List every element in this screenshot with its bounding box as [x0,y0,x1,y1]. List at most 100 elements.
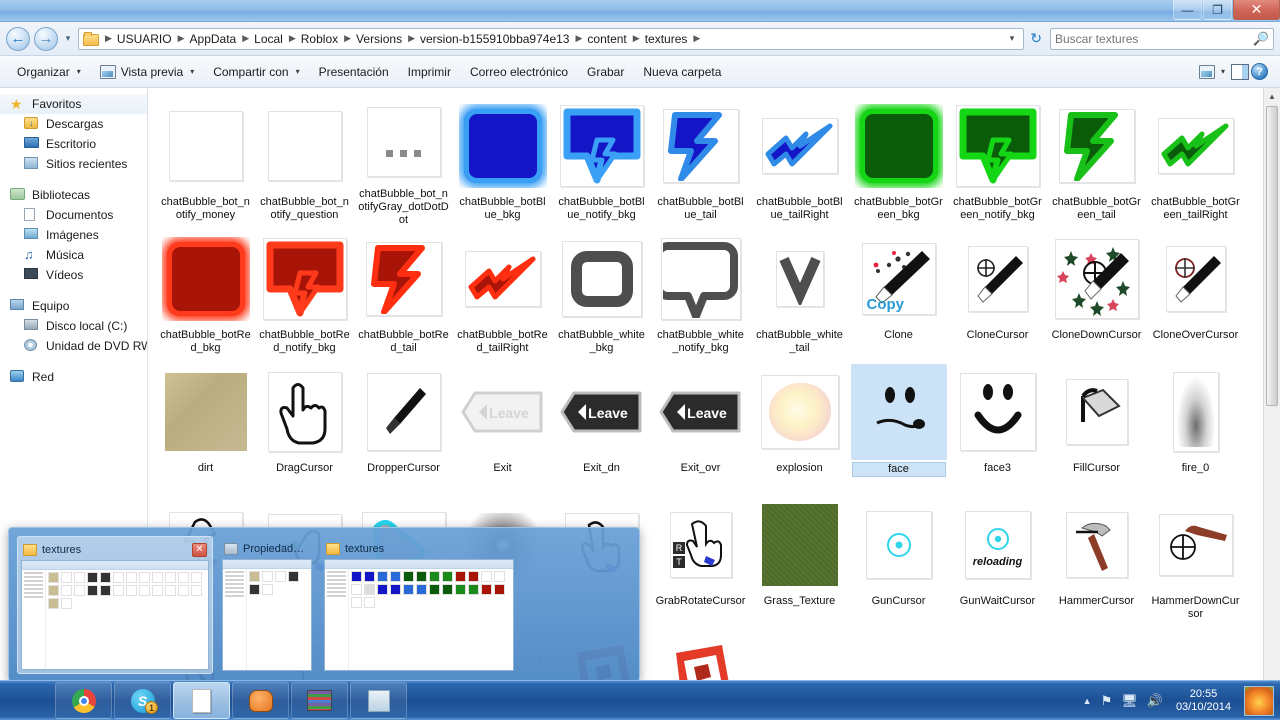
breadcrumb-item[interactable]: ▶content [570,30,627,48]
email-button[interactable]: Correo electrónico [461,61,577,83]
file-item[interactable]: explosion [750,360,849,493]
preview-pane-icon[interactable] [1231,64,1249,80]
breadcrumb-item[interactable]: ▶textures [628,30,689,48]
file-item[interactable]: chatBubble_botRed_bkg [156,227,255,360]
taskbar-item-notepad[interactable] [350,682,407,719]
sidebar-item-documentos[interactable]: Documentos [0,205,147,225]
breadcrumb-item[interactable]: ▶AppData [173,30,238,48]
chevron-down-icon[interactable]: ▾ [1217,67,1229,76]
breadcrumb-item[interactable]: ▶version-b155910bba974e13 [403,30,570,48]
taskbar-thumbnail-preview[interactable]: textures✕Propiedades: ROBLOX Studio 20..… [8,527,640,682]
new-folder-button[interactable]: Nueva carpeta [634,61,730,83]
file-item[interactable]: face3 [948,360,1047,493]
file-item[interactable]: chatBubble_botBlue_tailRight [750,94,849,227]
file-item[interactable] [651,626,750,680]
scroll-up-arrow[interactable]: ▲ [1264,88,1280,105]
thumbnail-preview-card[interactable]: textures [321,536,517,674]
show-desktop-thumbnail[interactable] [1244,686,1274,716]
file-item[interactable]: chatBubble_botRed_notify_bkg [255,227,354,360]
file-item[interactable]: dirt [156,360,255,493]
share-button[interactable]: Compartir con ▾ [204,61,308,83]
file-item[interactable]: LeaveExit [453,360,552,493]
search-box[interactable]: 🔍 [1050,28,1274,50]
breadcrumb[interactable]: ▶USUARIO▶AppData▶Local▶Roblox▶Versions▶v… [78,28,1024,50]
file-item[interactable]: HammerCursor [1047,493,1146,626]
sidebar-item-descargas[interactable]: ↓Descargas [0,114,147,134]
breadcrumb-item[interactable]: ▶Roblox [284,30,339,48]
file-item[interactable]: chatBubble_botRed_tailRight [453,227,552,360]
file-item[interactable]: chatBubble_botBlue_notify_bkg [552,94,651,227]
thumbnail-preview-card[interactable]: Propiedades: ROBLOX Studio 20... [219,536,315,674]
file-item[interactable]: chatBubble_white_bkg [552,227,651,360]
refresh-icon[interactable]: ↻ [1028,30,1046,47]
file-item[interactable]: chatBubble_botGreen_tailRight [1146,94,1245,227]
file-item[interactable]: GunCursor [849,493,948,626]
sidebar-item-bibliotecas[interactable]: Bibliotecas [0,185,147,205]
network-icon[interactable]: 🖥 [1121,693,1138,709]
file-item[interactable]: RTGrabRotateCursor [651,493,750,626]
search-input[interactable] [1055,32,1253,46]
file-item[interactable]: FillCursor [1047,360,1146,493]
thumbnail-close-button[interactable]: ✕ [192,543,207,557]
sidebar-item-disco-local-c-[interactable]: Disco local (C:) [0,316,147,336]
file-item[interactable]: reloadingGunWaitCursor [948,493,1047,626]
recent-pages-caret[interactable]: ▾ [62,33,74,44]
file-item[interactable]: DropperCursor [354,360,453,493]
burn-button[interactable]: Grabar [578,61,633,83]
clock[interactable]: 20:55 03/10/2014 [1172,688,1235,714]
show-hidden-icons-icon[interactable]: ▲ [1083,696,1092,706]
sidebar-item-red[interactable]: Red [0,367,147,387]
scrollbar-thumb[interactable] [1266,106,1278,406]
taskbar-item-document[interactable] [173,682,230,719]
change-view-icon[interactable] [1199,65,1215,79]
sidebar-item-sitios-recientes[interactable]: Sitios recientes [0,154,147,174]
restore-button[interactable]: ❐ [1203,0,1232,20]
file-item[interactable]: chatBubble_bot_notifyGray_dotDotDot [354,94,453,227]
file-item[interactable]: chatBubble_botGreen_notify_bkg [948,94,1047,227]
file-item[interactable]: fire_0 [1146,360,1245,493]
breadcrumb-item[interactable]: ▶USUARIO [100,30,173,48]
thumbnail-preview-card[interactable]: textures✕ [17,536,213,674]
file-item[interactable]: chatBubble_botRed_tail [354,227,453,360]
file-item[interactable]: CloneDownCursor [1047,227,1146,360]
sidebar-item-m-sica[interactable]: ♫Música [0,245,147,265]
taskbar-item-roblox[interactable] [232,682,289,719]
breadcrumb-item[interactable]: ▶Versions [339,30,403,48]
file-item[interactable]: face [849,360,948,493]
taskbar-item-skype[interactable]: S1 [114,682,171,719]
file-item[interactable]: chatBubble_bot_notify_money [156,94,255,227]
vertical-scrollbar[interactable]: ▲ [1263,88,1280,680]
start-button[interactable] [0,681,54,721]
sidebar-item-v-deos[interactable]: Vídeos [0,265,147,285]
file-item[interactable]: CloneCursor [948,227,1047,360]
flag-icon[interactable]: ⚑ [1101,693,1113,709]
help-icon[interactable]: ? [1251,63,1268,80]
sidebar-item-im-genes[interactable]: Imágenes [0,225,147,245]
slideshow-button[interactable]: Presentación [310,61,398,83]
address-dropdown-caret[interactable]: ▾ [1003,33,1022,44]
minimize-button[interactable]: — [1173,0,1202,20]
sidebar-item-unidad-de-dvd-rw-[interactable]: Unidad de DVD RW ( [0,336,147,356]
file-item[interactable]: CopyClone [849,227,948,360]
file-item[interactable]: chatBubble_white_tail [750,227,849,360]
file-item[interactable]: Grass_Texture [750,493,849,626]
file-item[interactable]: chatBubble_white_notify_bkg [651,227,750,360]
organize-button[interactable]: Organizar ▾ [8,61,90,83]
forward-button[interactable]: → [34,27,58,51]
file-item[interactable]: LeaveExit_dn [552,360,651,493]
sidebar-item-equipo[interactable]: Equipo [0,296,147,316]
file-item[interactable]: chatBubble_botBlue_bkg [453,94,552,227]
close-button[interactable]: ✕ [1233,0,1280,20]
file-item[interactable]: DragCursor [255,360,354,493]
file-item[interactable]: LeaveExit_ovr [651,360,750,493]
file-item[interactable]: chatBubble_botGreen_tail [1047,94,1146,227]
sidebar-item-escritorio[interactable]: Escritorio [0,134,147,154]
volume-icon[interactable]: 🔊 [1147,693,1163,709]
file-item[interactable]: chatBubble_botBlue_tail [651,94,750,227]
print-button[interactable]: Imprimir [399,61,460,83]
file-item[interactable]: chatBubble_botGreen_bkg [849,94,948,227]
taskbar-item-chrome[interactable] [55,682,112,719]
file-item[interactable]: chatBubble_bot_notify_question [255,94,354,227]
file-item[interactable]: CloneOverCursor [1146,227,1245,360]
file-item[interactable]: HammerDownCursor [1146,493,1245,626]
